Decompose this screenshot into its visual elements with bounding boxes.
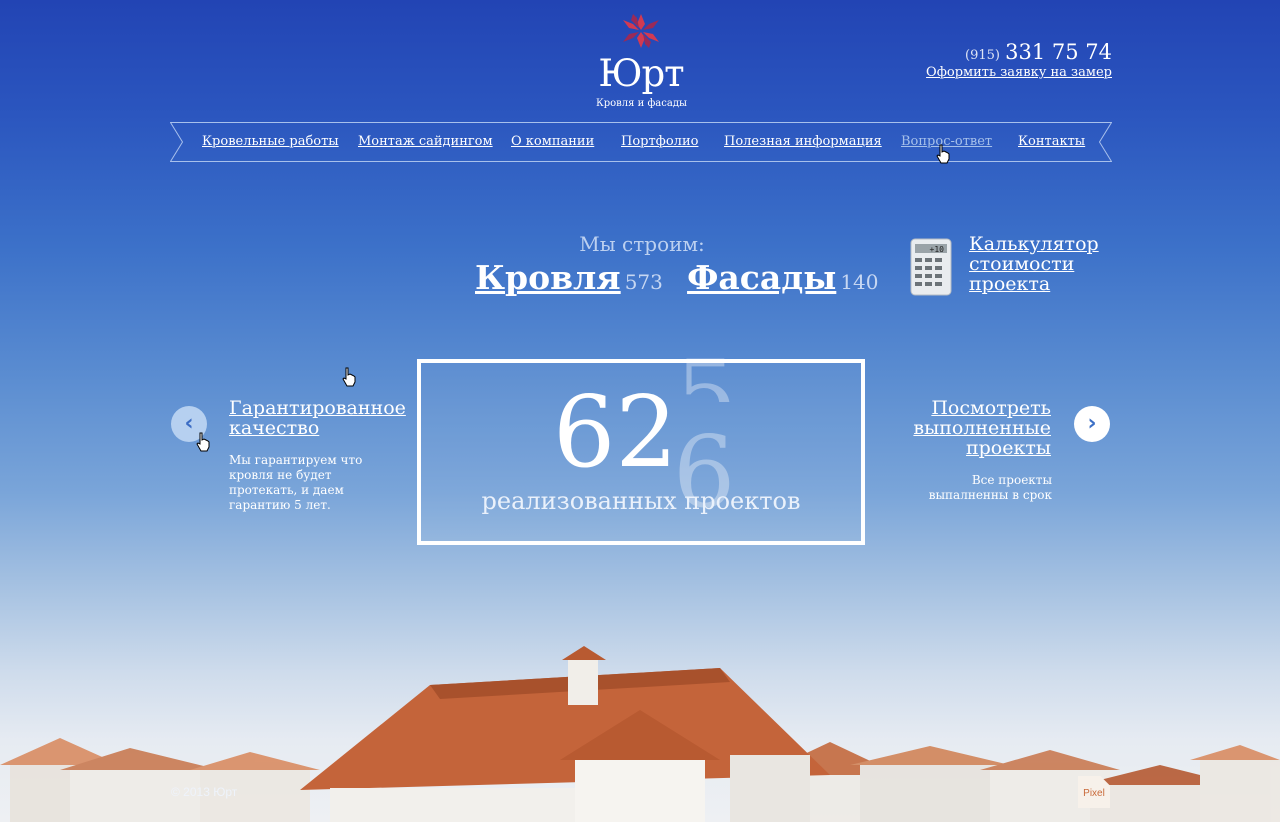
we-build-block: Мы строим: Кровля 573 Фасады 140 [475, 232, 879, 297]
guarantee-link[interactable]: Гарантированное качество [229, 398, 406, 438]
phone-number: 331 75 74 [1005, 40, 1112, 64]
we-build-label: Мы строим: [579, 232, 705, 256]
guarantee-title-line2: качество [229, 417, 320, 439]
chevron-left-icon: ‹ [184, 411, 194, 436]
guarantee-text-line1: Мы гарантируем что [229, 453, 363, 467]
hand-cursor-icon [196, 432, 210, 452]
roof-link[interactable]: Кровля [475, 258, 621, 297]
counter-ghost-top: 5 [675, 342, 738, 402]
main-nav: Кровельные работы Монтаж сайдингом О ком… [170, 122, 1112, 162]
counter-label: реализованных проектов [481, 487, 801, 515]
guarantee-title-line1: Гарантированное [229, 397, 406, 419]
pixel-badge[interactable]: Pixel [1078, 776, 1110, 808]
calculator-icon[interactable]: +10 [910, 238, 952, 296]
nav-item-portfolio[interactable]: Портфолио [621, 134, 698, 149]
phone-code: (915) [965, 48, 1001, 63]
facade-count: 140 [840, 270, 879, 294]
calculator-link[interactable]: Калькулятор стоимости проекта [969, 234, 1099, 294]
view-projects-line1: Посмотреть [931, 397, 1051, 419]
logo[interactable]: Юрт Кровля и фасады [596, 10, 687, 109]
logo-name: Юрт [598, 52, 684, 95]
calculator-line2: стоимости [969, 253, 1075, 275]
logo-tagline: Кровля и фасады [596, 98, 687, 109]
calculator-line1: Калькулятор [969, 233, 1099, 255]
view-projects-line3: проекты [965, 437, 1051, 459]
facade-link[interactable]: Фасады [687, 258, 836, 297]
roof-count: 573 [624, 270, 663, 294]
next-arrow-button[interactable]: › [1074, 406, 1110, 442]
nav-item-siding[interactable]: Монтаж сайдингом [358, 134, 493, 149]
hand-cursor-icon [342, 367, 356, 387]
view-projects-line2: выполненные [913, 417, 1051, 439]
calculator-line3: проекта [969, 273, 1051, 295]
guarantee-text: Мы гарантируем что кровля не будет проте… [229, 453, 362, 513]
nav-item-useful-info[interactable]: Полезная информация [724, 134, 882, 149]
guarantee-text-line4: гарантию 5 лет. [229, 498, 331, 512]
nav-item-about[interactable]: О компании [511, 134, 594, 149]
view-projects-text-line1: Все проекты [971, 473, 1052, 487]
phone: (915) 331 75 74 [965, 40, 1112, 64]
counter-value: 62 [553, 376, 678, 490]
view-projects-link[interactable]: Посмотреть выполненные проекты [913, 398, 1051, 458]
view-projects-text-line2: выпалненны в срок [928, 488, 1052, 502]
logo-star-icon [623, 14, 659, 48]
calculator-display: +10 [930, 245, 945, 254]
nav-item-roofing[interactable]: Кровельные работы [202, 134, 339, 149]
copyright: © 2013 Юрт [171, 785, 238, 799]
guarantee-text-line3: протекать, и даем [229, 483, 344, 497]
guarantee-text-line2: кровля не будет [229, 468, 332, 482]
nav-item-contacts[interactable]: Контакты [1018, 134, 1085, 149]
order-measurement-link[interactable]: Оформить заявку на замер [926, 65, 1112, 80]
view-projects-text: Все проекты выпалненны в срок [929, 473, 1052, 503]
chevron-right-icon: › [1087, 411, 1097, 436]
hand-cursor-icon [936, 144, 950, 164]
